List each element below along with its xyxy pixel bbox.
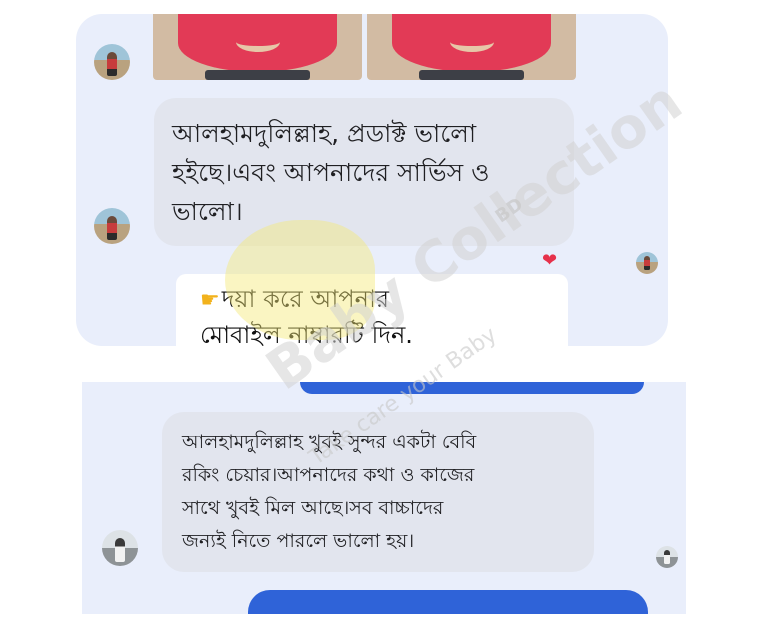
baby-feet	[235, 32, 280, 52]
sent-message-card[interactable]: ☛দয়া করে আপনার মোবাইল নাম্বারটি দিন.	[176, 274, 568, 346]
customer-avatar[interactable]	[94, 208, 130, 244]
avatar-person-icon	[107, 52, 117, 76]
seen-avatar	[656, 546, 678, 568]
message-line: জন্যই নিতে পারলে ভালো হয়।	[182, 530, 415, 552]
message-line: হইছে।এবং আপনাদের সার্ভিস ও	[172, 158, 490, 187]
product-photo[interactable]	[367, 14, 576, 80]
rocking-chair-base	[419, 70, 524, 80]
avatar-person-icon	[664, 550, 670, 564]
received-message-bubble[interactable]: আলহামদুলিল্লাহ, প্রডাক্ট ভালো হইছে।এবং আ…	[154, 98, 574, 246]
sent-message-bubble[interactable]	[248, 590, 648, 614]
received-message-bubble[interactable]: আলহামদুলিল্লাহ খুবই সুন্দর একটা বেবি রকি…	[162, 412, 594, 572]
customer-avatar[interactable]	[94, 44, 130, 80]
pointing-hand-icon: ☛	[200, 288, 220, 313]
message-line: মোবাইল নাম্বারটি দিন.	[200, 321, 413, 346]
message-line: আলহামদুলিল্লাহ খুবই সুন্দর একটা বেবি	[182, 431, 477, 453]
avatar-person-icon	[107, 216, 117, 240]
baby-feet	[449, 32, 494, 52]
sent-message-bubble[interactable]	[300, 382, 644, 394]
message-line: ☛দয়া করে আপনার	[200, 282, 568, 318]
message-line: সাথে খুবই মিল আছে।সব বাচ্চাদের	[182, 497, 444, 519]
rocking-chair-base	[205, 70, 310, 80]
message-text: দয়া করে আপনার	[221, 285, 390, 313]
message-line: ভালো।	[172, 197, 243, 226]
message-line: রকিং চেয়ার।আপনাদের কথা ও কাজের	[182, 464, 475, 486]
heart-reaction-icon[interactable]: ❤	[542, 250, 557, 271]
product-photo[interactable]	[153, 14, 362, 80]
seen-avatar	[636, 252, 658, 274]
message-line: আলহামদুলিল্লাহ, প্রডাক্ট ভালো	[172, 119, 477, 148]
avatar-person-icon	[115, 538, 125, 562]
customer-avatar[interactable]	[102, 530, 138, 566]
avatar-person-icon	[644, 256, 650, 270]
